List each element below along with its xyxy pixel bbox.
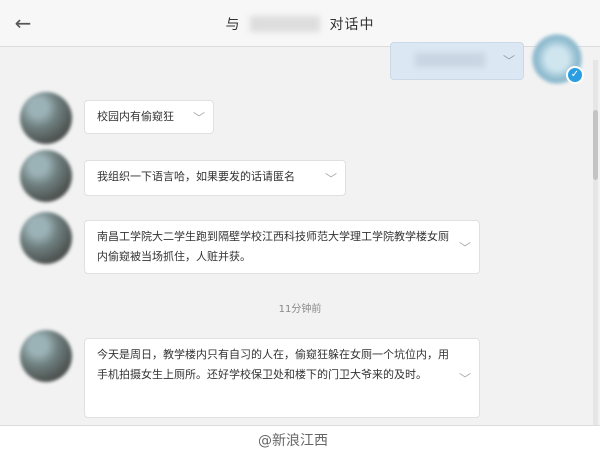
message-text: 南昌工学院大二学生跑到隔壁学校江西科技师范大学理工学院教学楼女厕内偷窥被当场抓住… (97, 230, 449, 263)
message-bubble[interactable]: 南昌工学院大二学生跑到隔壁学校江西科技师范大学理工学院教学楼女厕内偷窥被当场抓住… (84, 220, 480, 274)
message-text: 校园内有偷窥狂 (97, 110, 174, 123)
contact-avatar[interactable] (20, 212, 72, 264)
redacted-message-text (415, 53, 485, 67)
chevron-down-icon[interactable]: ﹀ (325, 169, 337, 189)
message-bubble[interactable]: 今天是周日，教学楼内只有自习的人在，偷窥狂躲在女厕一个坑位内，用手机拍摄女生上厕… (84, 338, 480, 418)
message-bubble[interactable]: 我组织一下语言哈，如果要发的话请匿名 ﹀ (84, 160, 346, 196)
message-text: 今天是周日，教学楼内只有自习的人在，偷窥狂躲在女厕一个坑位内，用手机拍摄女生上厕… (97, 348, 449, 381)
chevron-down-icon[interactable]: ﹀ (459, 369, 471, 389)
redacted-username (250, 16, 320, 32)
chat-header: ← 与 对话中 (0, 0, 600, 47)
outgoing-message-bubble[interactable]: ﹀ (390, 42, 524, 80)
watermark: @新浪江西 (258, 433, 328, 449)
chevron-down-icon[interactable]: ﹀ (459, 238, 471, 258)
title-suffix: 对话中 (329, 17, 375, 33)
contact-avatar[interactable] (20, 150, 72, 202)
contact-avatar[interactable] (20, 92, 72, 144)
message-timestamp: 11分钟前 (278, 304, 322, 315)
chevron-down-icon[interactable]: ﹀ (503, 52, 515, 69)
verified-badge-icon: ✓ (566, 66, 584, 84)
message-bubble[interactable]: 校园内有偷窥狂 ﹀ (84, 100, 214, 134)
conversation-title: 与 对话中 (0, 14, 600, 34)
message-text: 我组织一下语言哈，如果要发的话请匿名 (97, 170, 295, 183)
contact-avatar[interactable] (20, 330, 72, 382)
title-prefix: 与 (225, 17, 241, 33)
chevron-down-icon[interactable]: ﹀ (193, 108, 205, 128)
scrollbar-thumb[interactable] (593, 110, 598, 180)
